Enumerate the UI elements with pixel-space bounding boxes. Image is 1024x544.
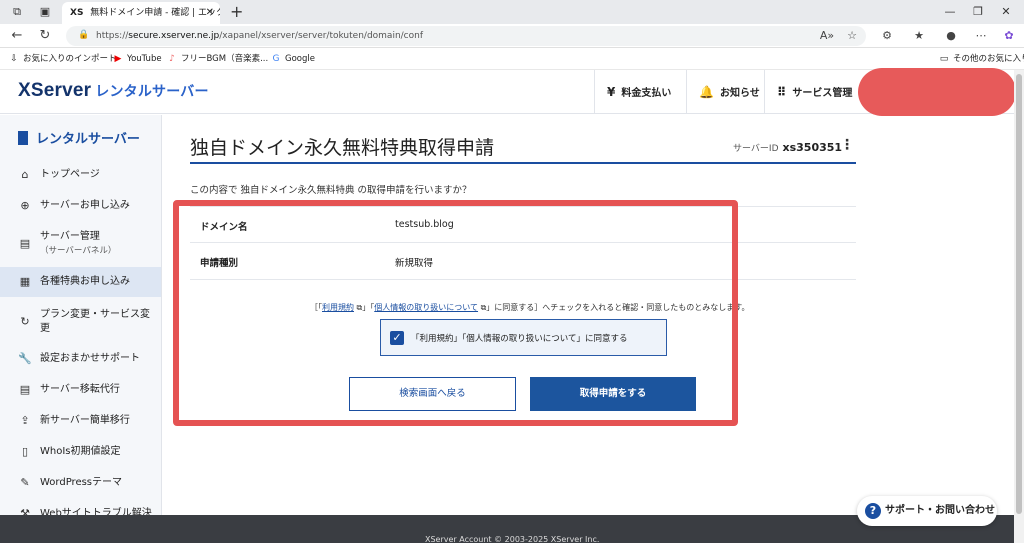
back-icon[interactable]: ← <box>8 27 26 45</box>
document-icon: ▯ <box>21 445 29 458</box>
minimize-icon[interactable]: — <box>940 2 960 22</box>
edit-icon: ✎ <box>20 476 30 489</box>
bell-icon: 🔔 <box>699 85 714 99</box>
profile-icon[interactable]: ● <box>942 27 960 45</box>
music-icon: ♪ <box>169 54 175 64</box>
url-host: secure.xserver.ne.jp <box>128 31 220 41</box>
page-scrollbar[interactable] <box>1014 70 1024 543</box>
youtube-icon: ▶ <box>114 54 122 64</box>
notice-menu[interactable]: 🔔 お知らせ <box>686 70 766 114</box>
sidebar-item-server-apply[interactable]: ⊕ サーバーお申し込み <box>0 199 161 213</box>
tab-title: 無料ドメイン申請 - 確認 | エックスサ <box>90 8 220 18</box>
sidebar: レンタルサーバー ⌂ トップページ ⊕ サーバーお申し込み ▤ サーバー管理 （サーバー… <box>0 115 162 520</box>
url-path: /xapanel/xserver/server/tokuten/domain/c… <box>219 31 424 41</box>
annotation-highlight-box <box>173 200 738 426</box>
sidebar-item-server-panel[interactable]: ▤ サーバー管理 （サーバーパネル） <box>0 230 161 258</box>
lock-icon[interactable]: 🔒 <box>78 30 89 40</box>
favorites-icon[interactable]: ★ <box>910 27 928 45</box>
sidebar-item-tokuten[interactable]: ▦ 各種特典お申し込み <box>0 267 161 297</box>
bookmarks-bar: ⇩ お気に入りのインポート ▶ YouTube ♪ フリーBGM（音楽素... G Go… <box>0 48 1024 70</box>
home-icon: ⌂ <box>21 168 29 181</box>
url-input[interactable]: https://secure.xserver.ne.jp/xapanel/xse… <box>66 26 866 46</box>
other-bookmarks[interactable]: ▭ その他のお気に入り <box>938 52 1024 66</box>
refresh-icon: ↻ <box>20 315 30 328</box>
upload-icon: ⇪ <box>20 414 30 427</box>
payment-menu[interactable]: ¥ 料金支払い <box>594 70 688 114</box>
close-window-icon[interactable]: ✕ <box>996 2 1016 22</box>
server-logo-icon <box>18 131 28 145</box>
restore-icon[interactable]: ❐ <box>968 2 988 22</box>
bookmark-google[interactable]: G Google <box>270 52 315 66</box>
plus-circle-icon: ⊕ <box>20 199 30 212</box>
confirm-question: この内容で 独自ドメイン永久無料特典 の取得申請を行いますか？ <box>190 185 472 196</box>
sidebar-item-plan-change[interactable]: ↻ プラン変更・サービス変更 <box>0 308 161 336</box>
wrench-icon: 🔧 <box>18 352 32 365</box>
server-icon: ▤ <box>19 237 31 250</box>
support-button[interactable]: ? サポート・お問い合わせ <box>857 496 997 526</box>
google-icon: G <box>272 54 280 64</box>
grid-icon: ⠿ <box>777 85 787 99</box>
title-divider <box>190 162 856 164</box>
question-icon: ? <box>865 503 881 519</box>
server-move-icon: ▤ <box>19 383 31 396</box>
sidebar-item-wp-theme[interactable]: ✎ WordPressテーマ <box>0 476 161 490</box>
sidebar-item-migration[interactable]: ▤ サーバー移転代行 <box>0 383 161 397</box>
sidebar-item-top[interactable]: ⌂ トップページ <box>0 168 161 182</box>
extensions-icon[interactable]: ⚙ <box>878 27 896 45</box>
close-tab-icon[interactable]: ✕ <box>206 2 214 24</box>
sidebar-title: レンタルサーバー <box>18 128 140 147</box>
bookmark-youtube[interactable]: ▶ YouTube <box>112 52 162 66</box>
xserver-logo[interactable]: XServer レンタルサーバー <box>18 80 209 102</box>
page-title: 独自ドメイン永久無料特典取得申請 <box>190 137 495 159</box>
favorite-star-icon[interactable]: ☆ <box>843 27 861 45</box>
workspaces-icon[interactable]: ⧉ <box>8 3 26 21</box>
sidebar-item-easy-migration[interactable]: ⇪ 新サーバー簡単移行 <box>0 414 161 428</box>
browser-tab[interactable]: XS 無料ドメイン申請 - 確認 | エックスサ ✕ <box>62 2 220 24</box>
more-icon[interactable]: ⋯ <box>972 27 990 45</box>
folder-icon: ▭ <box>939 54 949 64</box>
tab-actions-icon[interactable]: ▣ <box>36 3 54 21</box>
redaction-mark <box>858 68 1016 116</box>
scrollbar-thumb[interactable] <box>1016 74 1022 514</box>
new-tab-icon[interactable]: + <box>230 1 243 23</box>
sidebar-item-whois[interactable]: ▯ WhoIs初期値設定 <box>0 445 161 459</box>
yen-icon: ¥ <box>607 85 616 99</box>
url-prefix: https:// <box>96 31 129 41</box>
address-bar-row: ← ↻ https://secure.xserver.ne.jp/xapanel… <box>0 24 1024 48</box>
read-aloud-icon[interactable]: A» <box>818 27 836 45</box>
sidebar-item-support-setup[interactable]: 🔧 設定おまかせサポート <box>0 352 161 366</box>
gift-icon: ▦ <box>19 275 31 288</box>
server-id: サーバーID xs350351 <box>733 141 843 154</box>
reload-icon[interactable]: ↻ <box>36 27 54 45</box>
browser-tab-bar: ⧉ ▣ XS 無料ドメイン申請 - 確認 | エックスサ ✕ + — ❐ ✕ <box>0 0 1024 24</box>
import-icon: ⇩ <box>10 54 18 64</box>
copilot-icon[interactable]: ✿ <box>1000 27 1018 45</box>
tab-favicon: XS <box>70 8 84 18</box>
service-menu[interactable]: ⠿ サービス管理 <box>764 70 864 114</box>
bookmark-import[interactable]: ⇩ お気に入りのインポート <box>8 52 116 66</box>
more-options-icon[interactable]: ⋮ <box>840 137 854 153</box>
bookmark-bgm[interactable]: ♪ フリーBGM（音楽素... <box>166 52 268 66</box>
